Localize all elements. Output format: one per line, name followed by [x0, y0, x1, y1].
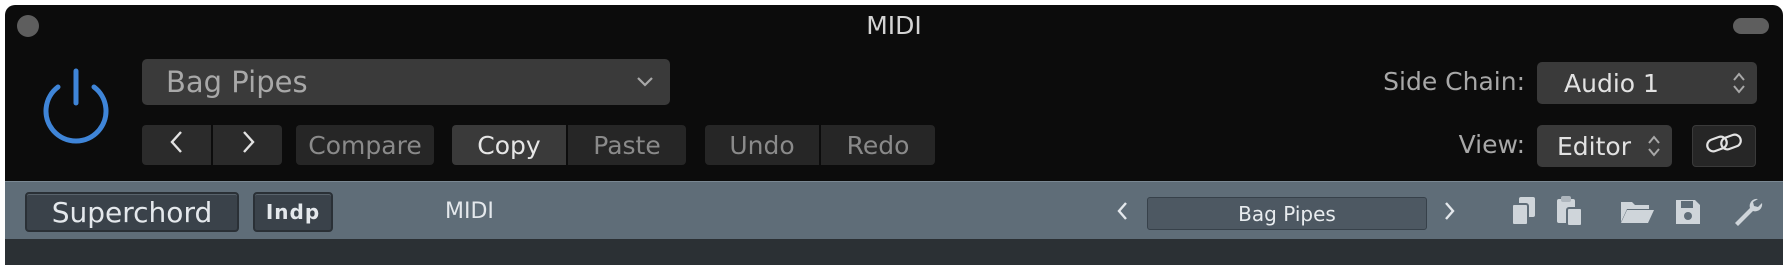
folder-open-icon[interactable] — [1619, 198, 1655, 230]
power-icon[interactable] — [38, 65, 114, 147]
preset-name: Bag Pipes — [166, 65, 308, 99]
redo-button[interactable]: Redo — [821, 125, 935, 165]
wrench-icon[interactable] — [1732, 196, 1764, 232]
chevron-right-icon — [239, 129, 257, 161]
link-button[interactable] — [1692, 125, 1756, 167]
side-chain-select[interactable]: Audio 1 — [1537, 62, 1757, 104]
copy-icon[interactable] — [1509, 195, 1539, 231]
copy-button[interactable]: Copy — [452, 125, 566, 165]
chevron-left-icon — [1115, 202, 1131, 227]
toolbar-preset-field[interactable]: Bag Pipes — [1147, 197, 1427, 230]
side-chain-value: Audio 1 — [1564, 69, 1659, 98]
plugin-window: MIDI Bag Pipes Compare Copy Paste Undo R… — [5, 5, 1783, 265]
link-icon — [1704, 130, 1744, 162]
view-select[interactable]: Editor — [1537, 125, 1672, 167]
view-label: View: — [1458, 130, 1525, 159]
up-down-arrows-icon — [1646, 133, 1662, 165]
side-chain-label: Side Chain: — [1383, 67, 1525, 96]
toolbar-prev-preset-button[interactable] — [1115, 199, 1131, 227]
plugin-body — [5, 239, 1783, 265]
undo-button[interactable]: Undo — [705, 125, 819, 165]
chevron-right-icon — [1441, 202, 1457, 227]
up-down-arrows-icon — [1731, 70, 1747, 102]
window-resize-pill[interactable] — [1733, 18, 1769, 34]
paste-button[interactable]: Paste — [568, 125, 686, 165]
previous-preset-button[interactable] — [142, 125, 212, 165]
chevron-down-icon — [634, 71, 656, 95]
chevron-left-icon — [168, 129, 186, 161]
window-title: MIDI — [866, 11, 922, 40]
superchord-button[interactable]: Superchord — [25, 192, 239, 232]
developer-logo-button[interactable]: Indp — [253, 192, 333, 232]
save-icon[interactable] — [1673, 197, 1703, 231]
view-value: Editor — [1557, 132, 1631, 161]
paste-icon[interactable] — [1554, 195, 1584, 231]
compare-button[interactable]: Compare — [296, 125, 434, 165]
next-preset-button[interactable] — [213, 125, 282, 165]
preset-dropdown[interactable]: Bag Pipes — [142, 59, 670, 105]
plugin-category: MIDI — [445, 199, 494, 224]
toolbar-next-preset-button[interactable] — [1441, 199, 1457, 227]
